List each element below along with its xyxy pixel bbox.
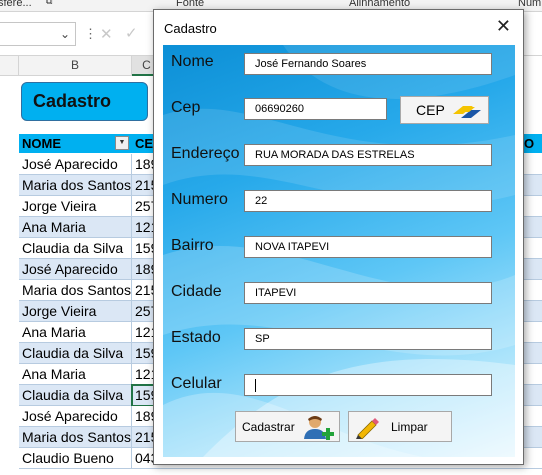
cadastrar-button-label: Cadastrar <box>242 420 295 434</box>
cep-button-label: CEP <box>416 102 445 118</box>
cell-nome[interactable]: José Aparecido <box>19 259 132 280</box>
limpar-button[interactable]: Limpar <box>348 411 452 442</box>
more-options-icon[interactable]: ⋮ <box>84 26 97 42</box>
form-body: Nome José Fernando Soares Cep 06690260 C… <box>163 45 515 457</box>
cell-nome[interactable]: Jorge Vieira <box>19 301 132 322</box>
cadastrar-button[interactable]: Cadastrar <box>235 411 340 442</box>
numero-field[interactable]: 22 <box>244 190 492 212</box>
name-box[interactable]: ⌄ <box>0 22 76 46</box>
ribbon-group-label: Fonte <box>176 0 205 9</box>
limpar-button-label: Limpar <box>391 420 428 434</box>
cell-nome[interactable]: Jorge Vieira <box>19 196 132 217</box>
dialog-launcher-icon[interactable]: ⧉ <box>46 0 52 7</box>
cep-field[interactable]: 06690260 <box>244 98 387 120</box>
buscar-cep-button[interactable]: CEP <box>400 96 489 124</box>
sheet-cadastro-button[interactable]: Cadastro <box>21 82 148 121</box>
close-icon[interactable]: ✕ <box>496 16 511 37</box>
chevron-down-icon[interactable]: ⌄ <box>60 27 70 41</box>
label-celular: Celular <box>171 375 222 392</box>
estado-field[interactable]: SP <box>244 328 492 350</box>
text-cursor <box>255 378 256 392</box>
dialog-title: Cadastro <box>164 21 217 36</box>
confirm-edit-icon[interactable]: ✓ <box>125 24 138 42</box>
label-endereco: Endereço <box>171 145 240 162</box>
cell-nome[interactable]: Claudio Bueno <box>19 448 132 469</box>
cell-nome[interactable]: Maria dos Santos <box>19 175 132 196</box>
label-numero: Numero <box>171 191 228 208</box>
ribbon-group-label: sfere... <box>0 0 32 9</box>
cell-nome[interactable]: Ana Maria <box>19 217 132 238</box>
ribbon-group-label: Num <box>518 0 542 9</box>
cadastro-dialog: Cadastro ✕ Nome José Fernando Soares Cep… <box>153 9 524 465</box>
celular-field[interactable] <box>244 374 492 396</box>
filter-dropdown-icon[interactable]: ▼ <box>115 136 129 150</box>
ribbon-group-label: Alinhamento <box>349 0 411 9</box>
label-cidade: Cidade <box>171 283 222 300</box>
column-header-b[interactable]: B <box>19 56 132 76</box>
bairro-field[interactable]: NOVA ITAPEVI <box>244 236 492 258</box>
cell-nome[interactable]: Maria dos Santos <box>19 280 132 301</box>
add-user-icon <box>304 416 334 440</box>
cell-nome[interactable]: Claudia da Silva <box>19 343 132 364</box>
header-cell-nome[interactable]: NOME ▼ <box>19 134 132 153</box>
cancel-edit-icon[interactable]: ✕ <box>100 25 113 43</box>
cidade-field[interactable]: ITAPEVI <box>244 282 492 304</box>
cell-nome[interactable]: Maria dos Santos <box>19 427 132 448</box>
cell-nome[interactable]: José Aparecido <box>19 406 132 427</box>
label-nome: Nome <box>171 53 214 70</box>
cell-nome[interactable]: Ana Maria <box>19 364 132 385</box>
label-estado: Estado <box>171 329 221 346</box>
cell-nome[interactable]: Ana Maria <box>19 322 132 343</box>
correios-logo-icon <box>453 106 481 118</box>
pencil-icon <box>356 418 379 439</box>
select-all-corner[interactable] <box>0 56 19 76</box>
cell-nome[interactable]: Claudia da Silva <box>19 238 132 259</box>
endereco-field[interactable]: RUA MORADA DAS ESTRELAS <box>244 144 492 166</box>
dialog-titlebar[interactable]: Cadastro ✕ <box>154 10 523 45</box>
cell-nome[interactable]: Claudia da Silva <box>19 385 132 406</box>
header-label: NOME <box>22 136 61 151</box>
label-cep: Cep <box>171 99 201 116</box>
label-bairro: Bairro <box>171 237 214 254</box>
cell-nome[interactable]: José Aparecido <box>19 154 132 175</box>
nome-field[interactable]: José Fernando Soares <box>244 53 492 75</box>
